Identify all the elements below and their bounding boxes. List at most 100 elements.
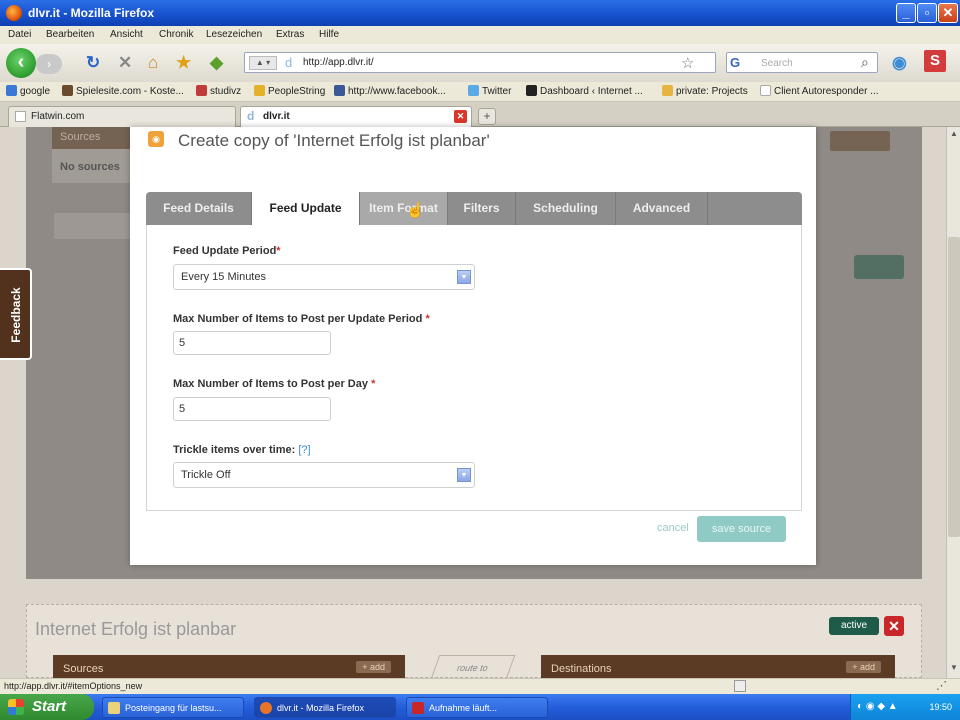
- clock: 19:50: [929, 702, 952, 712]
- home-icon[interactable]: ⌂: [148, 54, 158, 72]
- dimmed-active-badge: [854, 255, 904, 279]
- status-bar: http://app.dlvr.it/#itemOptions_new ⋰: [0, 678, 960, 694]
- route-to-arrow: route to: [430, 655, 516, 679]
- close-tab-icon[interactable]: ✕: [454, 110, 467, 123]
- tab-feed-update[interactable]: Feed Update: [252, 192, 360, 225]
- system-tray: ◐ ◉ ◆ ▲ 19:50: [850, 694, 960, 720]
- bookmark-facebook[interactable]: http://www.facebook...: [334, 85, 446, 97]
- tab-item-format[interactable]: Item Format: [360, 192, 448, 225]
- menu-bearbeiten[interactable]: Bearbeiten: [46, 29, 94, 40]
- firefox-icon: [6, 5, 22, 21]
- menu-hilfe[interactable]: Hilfe: [319, 29, 339, 40]
- route-title: Internet Erfolg ist planbar: [35, 619, 237, 639]
- status-url: http://app.dlvr.it/#itemOptions_new: [4, 681, 143, 691]
- bookmark-google[interactable]: google: [6, 85, 50, 97]
- new-tab-button[interactable]: +: [478, 108, 496, 125]
- trickle-select[interactable]: Trickle Off ▼: [173, 462, 475, 488]
- mouse-cursor-icon: ☝: [406, 202, 425, 219]
- bookmark-spielesite[interactable]: Spielesite.com - Koste...: [62, 85, 184, 97]
- scroll-down-icon[interactable]: ▼: [948, 663, 960, 675]
- menu-ansicht[interactable]: Ansicht: [110, 29, 143, 40]
- google-icon[interactable]: G: [730, 55, 740, 70]
- menu-lesezeichen[interactable]: Lesezeichen: [206, 29, 262, 40]
- trickle-label: Trickle items over time: [?]: [173, 444, 311, 456]
- taskbar-item-mail[interactable]: Posteingang für lastsu...: [102, 697, 244, 718]
- add-destination-button[interactable]: + add: [846, 661, 881, 673]
- bookmark-twitter[interactable]: Twitter: [468, 85, 511, 97]
- windows-taskbar: Start Posteingang für lastsu... dlvr.it …: [0, 694, 960, 720]
- bookmark-peoplestring[interactable]: PeopleString: [254, 85, 325, 97]
- forward-arrow-icon[interactable]: ›: [36, 54, 62, 74]
- feed-tabs: Feed Details Feed Update Item Format Fil…: [146, 192, 802, 225]
- favorite-star-icon[interactable]: ★: [176, 54, 191, 72]
- feedback-tab[interactable]: Feedback: [0, 268, 32, 360]
- close-window-button[interactable]: ✕: [938, 3, 958, 23]
- search-placeholder[interactable]: Search: [761, 58, 793, 69]
- addon-status-icon[interactable]: [734, 680, 746, 692]
- max-day-label: Max Number of Items to Post per Day *: [173, 378, 376, 390]
- tab-filters[interactable]: Filters: [448, 192, 516, 225]
- menu-datei[interactable]: Datei: [8, 29, 31, 40]
- back-arrow-icon[interactable]: ‹: [6, 48, 36, 78]
- bookmark-private-projects[interactable]: private: Projects: [662, 85, 748, 97]
- scroll-thumb[interactable]: [948, 237, 960, 537]
- bookmark-client-autoresponder[interactable]: Client Autoresponder ...: [760, 85, 879, 97]
- dlvrit-favicon: d: [247, 109, 255, 123]
- sources-header-2: Sources + add: [53, 655, 405, 679]
- menu-bar: Datei Bearbeiten Ansicht Chronik Lesezei…: [0, 26, 960, 44]
- chevron-down-icon[interactable]: ▼: [457, 270, 471, 284]
- bookmark-star-icon[interactable]: ☆: [681, 54, 694, 72]
- tab-bar: Flatwin.com d dlvr.it ✕ +: [0, 103, 960, 127]
- scroll-up-icon[interactable]: ▲: [948, 129, 960, 141]
- page-scrollbar[interactable]: ▲ ▼: [946, 127, 960, 678]
- dimmed-add-button: [830, 131, 890, 151]
- tab-dlvrit[interactable]: d dlvr.it ✕: [240, 106, 472, 127]
- period-label: Feed Update Period*: [173, 245, 281, 257]
- tab-feed-details[interactable]: Feed Details: [146, 192, 252, 225]
- bookmark-dashboard[interactable]: Dashboard ‹ Internet ...: [526, 85, 643, 97]
- maximize-button[interactable]: ▫: [917, 3, 937, 23]
- window-titlebar: dlvr.it - Mozilla Firefox _ ▫ ✕: [0, 0, 960, 26]
- page-icon: [15, 111, 26, 122]
- window-title: dlvr.it - Mozilla Firefox: [28, 6, 155, 20]
- tray-icons[interactable]: ◐ ◉ ◆ ▲: [857, 701, 898, 712]
- status-badge[interactable]: active: [829, 617, 879, 635]
- url-bar[interactable]: ▲ ▾ d http://app.dlvr.it/ ☆: [244, 52, 716, 73]
- menu-extras[interactable]: Extras: [276, 29, 304, 40]
- destinations-header: Destinations + add: [541, 655, 895, 679]
- menu-chronik[interactable]: Chronik: [159, 29, 193, 40]
- add-source-button[interactable]: + add: [356, 661, 391, 673]
- bookmark-studivz[interactable]: studivz: [196, 85, 241, 97]
- cancel-link[interactable]: cancel: [657, 522, 689, 534]
- bookmarks-toolbar: google Spielesite.com - Koste... studivz…: [0, 82, 960, 102]
- magnifier-icon[interactable]: ⌕: [861, 54, 869, 71]
- taskbar-item-recording[interactable]: Aufnahme läuft...: [406, 697, 548, 718]
- s-addon-icon[interactable]: S: [924, 50, 946, 72]
- reload-icon[interactable]: ↻: [86, 54, 100, 72]
- max-items-day-input[interactable]: 5: [173, 397, 331, 421]
- chevron-down-icon[interactable]: ▼: [457, 468, 471, 482]
- site-identity-icon[interactable]: ▲ ▾: [249, 56, 277, 70]
- max-items-period-input[interactable]: 5: [173, 331, 331, 355]
- tab-advanced[interactable]: Advanced: [616, 192, 708, 225]
- modal-title: Create copy of 'Internet Erfolg ist plan…: [178, 131, 490, 150]
- addon-icon[interactable]: ◆: [210, 54, 223, 72]
- taskbar-item-firefox[interactable]: dlvr.it - Mozilla Firefox: [254, 697, 396, 718]
- update-period-select[interactable]: Every 15 Minutes ▼: [173, 264, 475, 290]
- rss-icon: ◉: [148, 131, 164, 147]
- resize-grip-icon[interactable]: ⋰: [936, 679, 947, 692]
- tab-flatwin[interactable]: Flatwin.com: [8, 106, 236, 127]
- save-source-button[interactable]: save source: [697, 516, 786, 542]
- dimmed-button: [54, 213, 134, 239]
- url-text[interactable]: http://app.dlvr.it/: [303, 57, 374, 68]
- stop-icon[interactable]: ✕: [118, 54, 132, 72]
- delete-route-icon[interactable]: ✕: [884, 616, 904, 636]
- minimize-button[interactable]: _: [896, 3, 916, 23]
- start-button[interactable]: Start: [0, 694, 94, 720]
- max-period-label: Max Number of Items to Post per Update P…: [173, 313, 430, 325]
- tab-scheduling[interactable]: Scheduling: [516, 192, 616, 225]
- trickle-help-link[interactable]: [?]: [298, 444, 310, 456]
- dlvrit-favicon: d: [285, 55, 293, 70]
- search-box[interactable]: G Search ⌕: [726, 52, 878, 73]
- skype-icon[interactable]: ◉: [892, 54, 907, 72]
